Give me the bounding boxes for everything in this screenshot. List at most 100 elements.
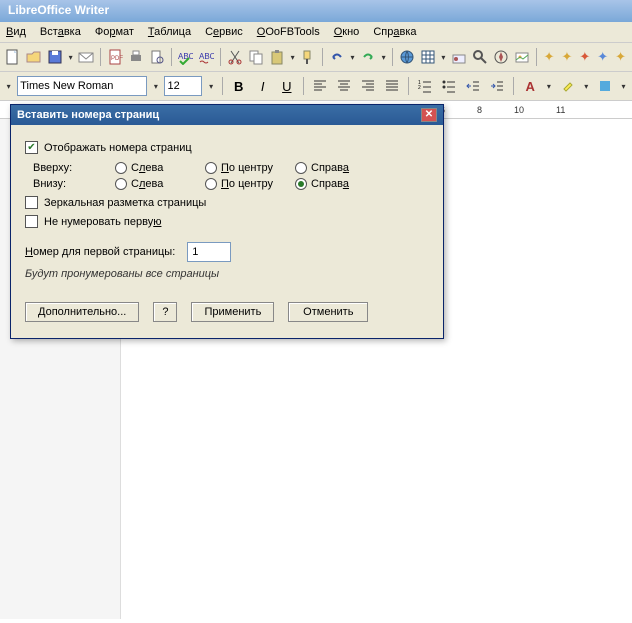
top-right-radio[interactable]: [295, 162, 307, 174]
star2-icon[interactable]: ✦: [560, 46, 575, 68]
top-center-radio[interactable]: [205, 162, 217, 174]
table-icon[interactable]: [419, 46, 437, 68]
autospell-icon[interactable]: ABC: [197, 46, 215, 68]
separator: [513, 77, 514, 95]
highlight-dropdown-icon[interactable]: ▾: [582, 75, 591, 97]
underline-icon[interactable]: U: [277, 75, 297, 97]
bg-color-icon[interactable]: [595, 75, 615, 97]
radio-label: По центру: [221, 178, 273, 190]
save-icon[interactable]: [46, 46, 64, 68]
italic-icon[interactable]: I: [253, 75, 273, 97]
menu-tools[interactable]: Сервис: [205, 26, 243, 38]
show-draw-icon[interactable]: [450, 46, 468, 68]
svg-text:2: 2: [418, 85, 421, 91]
menu-help[interactable]: Справка: [373, 26, 416, 38]
format-paint-icon[interactable]: [299, 46, 317, 68]
find-icon[interactable]: [471, 46, 489, 68]
undo-dropdown-icon[interactable]: ▾: [349, 46, 356, 68]
separator: [303, 77, 304, 95]
bg-color-dropdown-icon[interactable]: ▾: [619, 75, 628, 97]
star1-icon[interactable]: ✦: [542, 46, 557, 68]
menu-ooofb[interactable]: OOoFBTools: [257, 26, 320, 38]
more-button[interactable]: Дополнительно...: [25, 302, 139, 322]
print-icon[interactable]: [127, 46, 145, 68]
font-name-dropdown-icon[interactable]: ▾: [151, 75, 160, 97]
bullet-list-icon[interactable]: [439, 75, 459, 97]
font-size-combo[interactable]: [164, 76, 202, 96]
font-color-icon[interactable]: A: [520, 75, 540, 97]
undo-icon[interactable]: [328, 46, 346, 68]
close-icon[interactable]: ✕: [421, 108, 437, 122]
cut-icon[interactable]: [226, 46, 244, 68]
style-dropdown-icon[interactable]: ▾: [4, 75, 13, 97]
app-title: LibreOffice Writer: [8, 3, 109, 17]
svg-text:ABC: ABC: [178, 52, 193, 61]
email-icon[interactable]: [77, 46, 95, 68]
table-dropdown-icon[interactable]: ▾: [440, 46, 447, 68]
bottom-right-radio[interactable]: [295, 178, 307, 190]
star4-icon[interactable]: ✦: [595, 46, 610, 68]
menu-view[interactable]: Вид: [6, 26, 26, 38]
show-numbers-label: Отображать номера страниц: [44, 142, 192, 154]
menu-format[interactable]: Формат: [95, 26, 134, 38]
top-row-label: Вверху:: [33, 162, 115, 174]
new-doc-icon[interactable]: [4, 46, 22, 68]
star3-icon[interactable]: ✦: [577, 46, 592, 68]
align-right-icon[interactable]: [358, 75, 378, 97]
align-justify-icon[interactable]: [382, 75, 402, 97]
radio-label: Справа: [311, 162, 349, 174]
outdent-icon[interactable]: [463, 75, 483, 97]
highlight-icon[interactable]: [558, 75, 578, 97]
menubar: Вид Вставка Формат Таблица Сервис OOoFBT…: [0, 22, 632, 43]
separator: [171, 48, 172, 66]
first-number-input[interactable]: [187, 242, 231, 262]
ruler-mark: 10: [514, 105, 524, 115]
mirror-checkbox[interactable]: [25, 196, 38, 209]
gallery-icon[interactable]: [513, 46, 531, 68]
navigator-icon[interactable]: [492, 46, 510, 68]
separator: [408, 77, 409, 95]
formatting-toolbar: ▾ ▾ ▾ B I U 12 A ▾ ▾ ▾: [0, 72, 632, 101]
window-titlebar: LibreOffice Writer: [0, 0, 632, 22]
menu-window[interactable]: Окно: [334, 26, 360, 38]
open-icon[interactable]: [25, 46, 43, 68]
spellcheck-icon[interactable]: ABC: [176, 46, 194, 68]
font-name-combo[interactable]: [17, 76, 147, 96]
cancel-button[interactable]: Отменить: [288, 302, 368, 322]
pdf-icon[interactable]: PDF: [106, 46, 124, 68]
hint-text: Будут пронумерованы все страницы: [25, 268, 429, 280]
align-left-icon[interactable]: [310, 75, 330, 97]
font-color-dropdown-icon[interactable]: ▾: [544, 75, 553, 97]
redo-dropdown-icon[interactable]: ▾: [380, 46, 387, 68]
paste-icon[interactable]: [268, 46, 286, 68]
bottom-left-radio[interactable]: [115, 178, 127, 190]
copy-icon[interactable]: [247, 46, 265, 68]
menu-insert[interactable]: Вставка: [40, 26, 81, 38]
font-size-dropdown-icon[interactable]: ▾: [206, 75, 215, 97]
numbered-list-icon[interactable]: 12: [415, 75, 435, 97]
help-button[interactable]: ?: [153, 302, 177, 322]
hyperlink-icon[interactable]: [398, 46, 416, 68]
radio-label: По центру: [221, 162, 273, 174]
dialog-title: Вставить номера страниц: [17, 109, 159, 121]
preview-icon[interactable]: [148, 46, 166, 68]
bold-icon[interactable]: B: [229, 75, 249, 97]
star5-icon[interactable]: ✦: [613, 46, 628, 68]
separator: [536, 48, 537, 66]
bottom-center-radio[interactable]: [205, 178, 217, 190]
svg-text:PDF: PDF: [111, 56, 123, 62]
apply-button[interactable]: Применить: [191, 302, 274, 322]
redo-icon[interactable]: [359, 46, 377, 68]
svg-text:ABC: ABC: [199, 52, 214, 61]
top-left-radio[interactable]: [115, 162, 127, 174]
paste-dropdown-icon[interactable]: ▾: [289, 46, 296, 68]
indent-icon[interactable]: [487, 75, 507, 97]
align-center-icon[interactable]: [334, 75, 354, 97]
no-first-checkbox[interactable]: [25, 215, 38, 228]
menu-table[interactable]: Таблица: [148, 26, 191, 38]
dialog-titlebar: Вставить номера страниц ✕: [11, 105, 443, 125]
save-dropdown-icon[interactable]: ▾: [67, 46, 74, 68]
show-numbers-checkbox[interactable]: ✔: [25, 141, 38, 154]
bottom-row-label: Внизу:: [33, 178, 115, 190]
ruler-mark: 8: [477, 105, 482, 115]
